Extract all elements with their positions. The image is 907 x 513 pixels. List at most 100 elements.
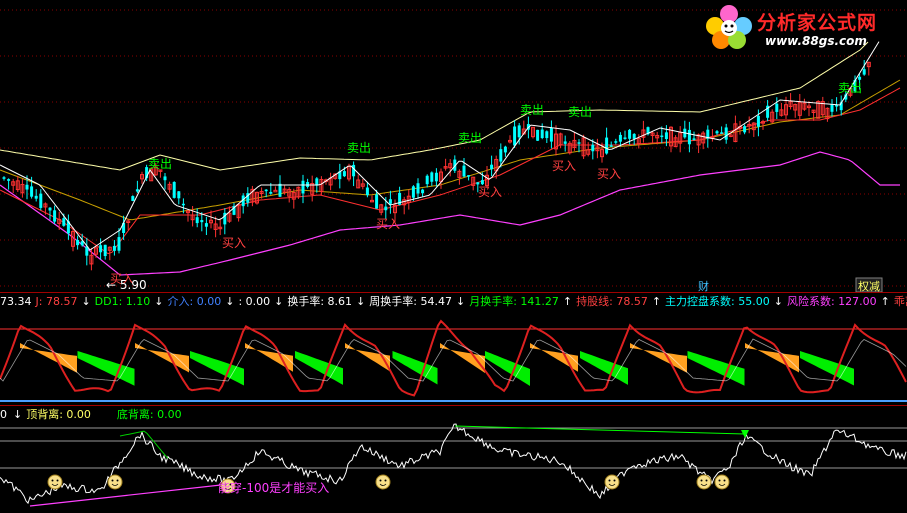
candle-body-down — [692, 138, 696, 140]
top-divergence-line — [454, 425, 746, 435]
sell-marker: 卖出 — [838, 81, 862, 95]
candle-body-down — [775, 103, 779, 112]
candle-body-down — [306, 182, 310, 187]
indicator-value: 73.34 — [0, 295, 32, 308]
candle-body-down — [103, 244, 107, 257]
candle-body-down — [34, 195, 38, 199]
smiley-icon — [714, 474, 730, 490]
candle-body-down — [99, 245, 103, 253]
candle-body-down — [614, 141, 618, 143]
candle-body-down — [618, 134, 622, 142]
candle-body-down — [384, 206, 388, 211]
indicator-arrow: ↓ — [356, 295, 366, 308]
candle-body-down — [660, 135, 664, 138]
smiley-eye — [705, 479, 708, 482]
kdj-fill-rising — [20, 343, 77, 373]
candle-body-down — [480, 180, 484, 185]
candle-body-down — [591, 144, 595, 152]
candle-body-down — [421, 189, 425, 194]
candle-body-down — [664, 132, 668, 140]
candle-body-down — [301, 180, 305, 194]
candle-body-down — [715, 131, 719, 134]
candle-body-down — [490, 164, 494, 170]
candle-body-down — [858, 76, 862, 80]
indicator-arrow: ↓ — [13, 408, 23, 421]
candle-body-down — [131, 196, 135, 201]
candle-body-down — [365, 187, 369, 196]
indicator-value: 周换手率: 54.47 — [369, 295, 452, 308]
sell-marker: 卖出 — [458, 131, 482, 145]
indicator-value: 换手率: 8.61 — [287, 295, 353, 308]
smiley-eye — [384, 479, 387, 482]
candle-body-down — [76, 240, 80, 246]
candle-body-down — [605, 137, 609, 154]
kdj-pane[interactable]: 73.34 J: 78.57 ↓ DD1: 1.10 ↓ 介入: 0.00 ↓: 0.00 ↓… — [0, 293, 907, 406]
candle-body-down — [388, 199, 392, 204]
low-price-label: ← 5.90 — [106, 278, 147, 292]
candle-body-down — [499, 149, 503, 162]
indicator-arrow: ↑ — [880, 295, 890, 308]
kdj-fill-rising — [745, 343, 799, 373]
indicator-value: 乖离 — [893, 295, 907, 308]
candle-body-down — [39, 193, 43, 208]
indicator-arrow: ↓ — [225, 295, 235, 308]
divergence-indicator-header: 0 ↓ 顶背离: 0.00 底背离: 0.00 — [0, 406, 208, 424]
indicator-arrow: ↑ — [651, 295, 662, 308]
candle-body-down — [25, 184, 29, 190]
candle-body-down — [724, 127, 728, 140]
candle-body-down — [62, 218, 66, 226]
indicator-value: 0 — [0, 408, 7, 421]
candle-body-down — [549, 127, 553, 142]
candle-body-down — [609, 145, 613, 147]
candle-body-down — [48, 207, 52, 211]
ma-long-line — [0, 79, 901, 221]
candle-body-down — [7, 179, 11, 181]
candle-body-down — [2, 177, 6, 179]
kdj-indicator-header: 73.34 J: 78.57 ↓ DD1: 1.10 ↓ 介入: 0.00 ↓: 0.00 ↓… — [0, 293, 907, 311]
candle-body-down — [862, 69, 866, 75]
upper-band-line — [0, 41, 869, 171]
candle-body-down — [623, 137, 627, 139]
indicator-arrow: ↓ — [81, 295, 91, 308]
candle-body-down — [375, 194, 379, 209]
finance-badge: 财 — [698, 279, 709, 293]
candle-body-down — [687, 129, 691, 145]
candle-body-down — [430, 172, 434, 182]
sell-marker: 卖出 — [568, 105, 592, 119]
candle-body-down — [269, 191, 273, 194]
candle-body-down — [517, 125, 521, 138]
logo-url: www.88gs.com — [765, 34, 867, 48]
indicator-arrow: ↑ — [562, 295, 573, 308]
candle-body-down — [264, 189, 268, 192]
smiley-icon — [47, 474, 63, 490]
candle-body-down — [743, 126, 747, 133]
candle-body-down — [720, 132, 724, 134]
candle-body-down — [513, 126, 517, 146]
smiley-eye — [723, 479, 726, 482]
indicator-arrow: ↓ — [773, 295, 783, 308]
divergence-pane[interactable]: 能穿-100是才能买入 0 ↓ 顶背离: 0.00 底背离: 0.00 — [0, 406, 907, 513]
candle-body-down — [540, 129, 544, 139]
indicator-value: 风险系数: 127.00 — [786, 295, 877, 308]
candle-body-down — [411, 186, 415, 198]
buy-marker: 买入 — [552, 159, 576, 173]
divergence-line — [0, 423, 907, 505]
smiley-eye — [111, 479, 114, 482]
candle-body-down — [462, 165, 466, 177]
candle-body-down — [830, 104, 834, 112]
kdj-fill-rising — [135, 343, 189, 373]
candle-body-down — [628, 129, 632, 139]
indicator-value: 顶背离: 0.00 — [26, 408, 91, 421]
kdj-fill-rising — [440, 343, 485, 373]
price-chart-pane[interactable]: 卖出 卖出 卖出 卖出 卖出 卖出 买入 买入 买入 买入 买入 买入 ← 5.90 财权减 分析家公式网… — [0, 0, 907, 293]
candle-body-down — [172, 181, 176, 198]
buy-marker: 买入 — [222, 236, 246, 250]
indicator-value: 介入: 0.00 — [167, 295, 222, 308]
site-logo: 分析家公式网 www.88gs.com — [701, 2, 901, 52]
candle-body-down — [53, 210, 57, 222]
buy-marker: 买入 — [478, 185, 502, 199]
kdj-fill-rising — [630, 343, 687, 373]
candle-body-down — [545, 131, 549, 139]
indicator-arrow: ↓ — [455, 295, 466, 308]
candle-body-down — [135, 189, 139, 192]
